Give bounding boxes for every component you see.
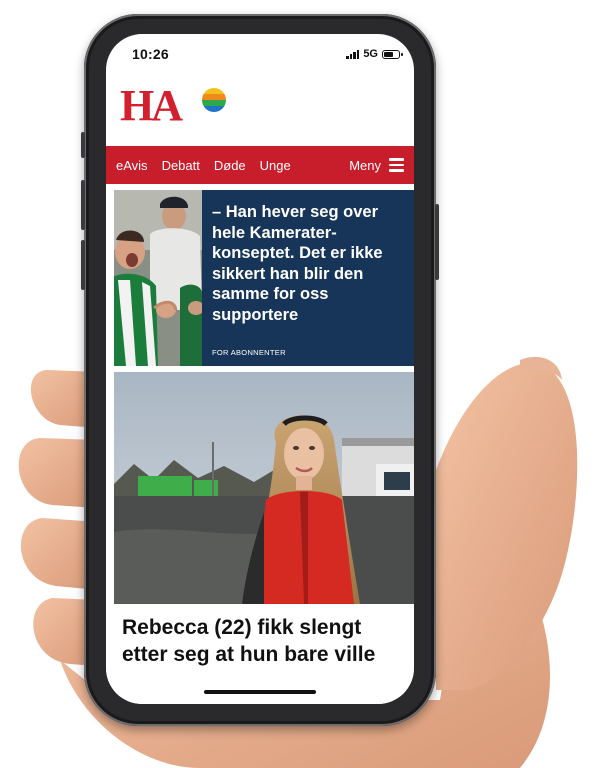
battery-icon (382, 49, 403, 59)
battery-fill (384, 51, 394, 57)
article-1-image (114, 190, 202, 366)
nav-item-dode[interactable]: Døde (214, 158, 246, 173)
power-button (435, 204, 439, 280)
article-2-image[interactable] (114, 372, 414, 604)
logo-bar: HA (106, 72, 414, 146)
menu-button-label[interactable]: Meny (349, 158, 381, 173)
article-card-1[interactable]: – Han hever seg over hele Kamerater-kons… (114, 190, 414, 366)
subscriber-badge: FOR ABONNENTER (212, 348, 286, 357)
volume-down-button (81, 240, 85, 290)
phone-screen: 10:26 5G HA eAvis Debatt Døde Unge Meny … (106, 34, 414, 704)
site-logo[interactable]: HA (120, 84, 183, 128)
main-nav: eAvis Debatt Døde Unge Meny (106, 146, 414, 184)
screen-bottom-area (106, 670, 414, 704)
nav-item-debatt[interactable]: Debatt (162, 158, 200, 173)
signal-icon (346, 49, 360, 59)
status-time: 10:26 (132, 46, 169, 62)
phone-frame: 10:26 5G HA eAvis Debatt Døde Unge Meny … (81, 14, 439, 726)
status-bar: 10:26 5G (106, 34, 414, 72)
nav-item-eavis[interactable]: eAvis (116, 158, 148, 173)
article-2-headline[interactable]: Rebecca (22) fikk slengt etter seg at hu… (122, 614, 412, 668)
volume-up-button (81, 180, 85, 230)
article-1-headline[interactable]: – Han hever seg over hele Kamerater-kons… (212, 202, 408, 325)
status-indicators: 5G (346, 48, 403, 60)
hamburger-menu-icon[interactable] (389, 158, 404, 172)
nav-item-unge[interactable]: Unge (260, 158, 291, 173)
logo-ball-icon (202, 88, 226, 112)
mute-switch (81, 132, 85, 158)
network-type: 5G (363, 48, 378, 60)
home-indicator[interactable] (204, 690, 316, 694)
